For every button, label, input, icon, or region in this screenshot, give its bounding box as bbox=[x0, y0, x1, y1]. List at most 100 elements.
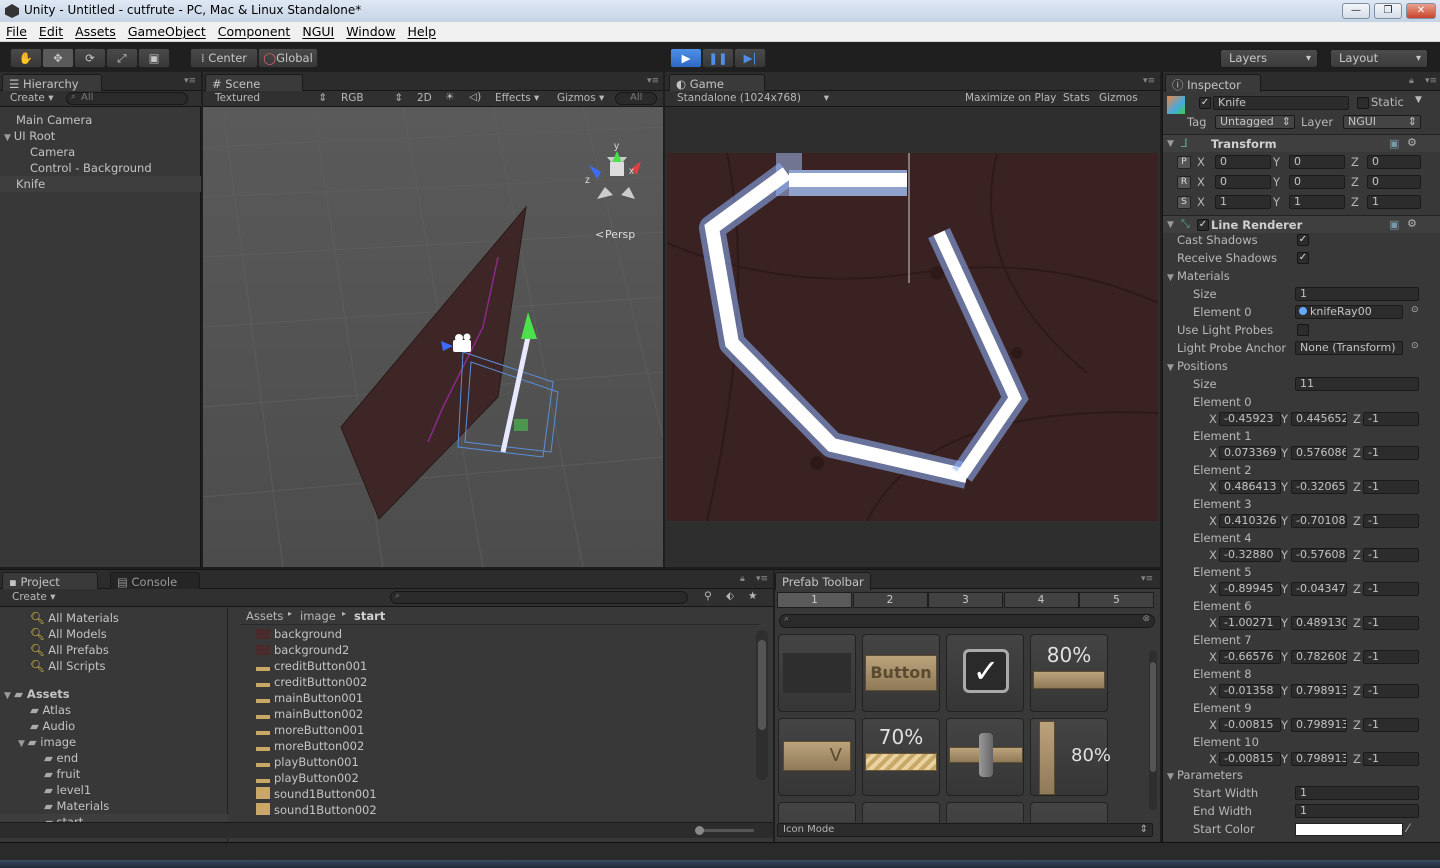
use-light-probes-checkbox[interactable] bbox=[1297, 324, 1309, 336]
axis-label-y[interactable]: Y bbox=[1281, 480, 1288, 494]
slider-thumb[interactable] bbox=[695, 826, 704, 835]
prefab-tile-button[interactable]: Button bbox=[862, 634, 940, 712]
axis-label-y[interactable]: Y bbox=[1281, 650, 1288, 664]
axis-label-z[interactable]: Z bbox=[1353, 412, 1361, 426]
prefab-search-input[interactable]: ⌕ ⊗ bbox=[779, 614, 1155, 628]
position-z-field[interactable]: -1 bbox=[1363, 684, 1419, 698]
axis-label-z[interactable]: Z bbox=[1351, 155, 1359, 169]
step-button[interactable]: ▶| bbox=[734, 48, 766, 68]
receive-shadows-checkbox[interactable]: ✓ bbox=[1297, 252, 1309, 264]
panel-menu-icon[interactable]: ▾≡ bbox=[1141, 574, 1153, 584]
file-item[interactable]: creditButton001 bbox=[240, 658, 755, 674]
play-button[interactable]: ▶ bbox=[670, 48, 702, 68]
prefab-tile-checkbox[interactable]: ✓ bbox=[946, 634, 1024, 712]
prefab-tile[interactable] bbox=[862, 802, 940, 822]
position-y-field[interactable]: 0.798913 bbox=[1291, 718, 1347, 732]
eyedropper-icon[interactable]: ⁄ bbox=[1407, 821, 1409, 835]
expand-arrow-icon[interactable]: ▼ bbox=[4, 133, 14, 143]
position-y-field[interactable]: -0.70108 bbox=[1291, 514, 1347, 528]
tab-console[interactable]: ▤ Console bbox=[110, 572, 200, 590]
transform-y-field[interactable]: 1 bbox=[1289, 195, 1345, 209]
folder-item[interactable]: ▰ Atlas bbox=[0, 702, 228, 718]
position-x-field[interactable]: -0.32880 bbox=[1219, 548, 1281, 562]
tag-dropdown[interactable]: Untagged ⇕ bbox=[1215, 115, 1295, 129]
axis-label-y[interactable]: Y bbox=[1273, 195, 1280, 209]
position-x-field[interactable]: 0.073369 bbox=[1219, 446, 1281, 460]
position-z-field[interactable]: -1 bbox=[1363, 514, 1419, 528]
prefab-page-tab[interactable]: 4 bbox=[1003, 592, 1079, 608]
position-y-field[interactable]: 0.798913 bbox=[1291, 752, 1347, 766]
materials-size-field[interactable]: 1 bbox=[1295, 287, 1419, 301]
position-x-field[interactable]: -0.00815 bbox=[1219, 718, 1281, 732]
position-z-field[interactable]: -1 bbox=[1363, 412, 1419, 426]
position-y-field[interactable]: -0.32065 bbox=[1291, 480, 1347, 494]
prefab-tile-progress-70[interactable]: 70% bbox=[862, 718, 940, 796]
project-search-input[interactable]: ⌕ bbox=[390, 591, 688, 604]
scene-search-input[interactable]: All bbox=[615, 92, 657, 105]
breadcrumb-start[interactable]: start bbox=[354, 609, 385, 623]
object-picker-icon[interactable]: ⊙ bbox=[1411, 305, 1419, 315]
axis-label-z[interactable]: Z bbox=[1353, 684, 1361, 698]
favorite-item[interactable]: 🔍︎ All Models bbox=[0, 626, 228, 642]
position-x-field[interactable]: 0.486413 bbox=[1219, 480, 1281, 494]
folder-item[interactable]: ▰ end bbox=[0, 750, 228, 766]
folder-item[interactable]: ▰ level1 bbox=[0, 782, 228, 798]
hierarchy-item-main-camera[interactable]: Main Camera bbox=[0, 112, 201, 128]
transform-x-field[interactable]: 0 bbox=[1215, 175, 1271, 189]
maximize-button[interactable]: ❐ bbox=[1374, 3, 1402, 19]
hierarchy-item-knife[interactable]: Knife bbox=[0, 176, 201, 192]
prefab-page-tab[interactable]: 5 bbox=[1079, 592, 1154, 608]
file-list-scrollbar[interactable] bbox=[756, 630, 768, 780]
effects-dropdown[interactable]: Effects ▾ bbox=[495, 92, 539, 104]
panel-menu-icon[interactable]: ▾≡ bbox=[1143, 76, 1155, 86]
axis-label-z[interactable]: Z bbox=[1353, 582, 1361, 596]
position-x-field[interactable]: -0.89945 bbox=[1219, 582, 1281, 596]
axis-label-z[interactable]: Z bbox=[1353, 514, 1361, 528]
position-x-field[interactable]: -0.66576 bbox=[1219, 650, 1281, 664]
scrollbar-thumb[interactable] bbox=[758, 640, 766, 730]
axis-label-y[interactable]: Y bbox=[1281, 412, 1288, 426]
parameters-fold-icon[interactable]: ▼ bbox=[1167, 772, 1174, 782]
layer-dropdown[interactable]: NGUI ⇕ bbox=[1343, 115, 1421, 129]
axis-label-z[interactable]: Z bbox=[1351, 175, 1359, 189]
scene-audio-icon[interactable]: ◁) bbox=[469, 91, 481, 103]
transform-reset-button[interactable]: R bbox=[1177, 176, 1191, 189]
icon-size-slider[interactable] bbox=[695, 826, 754, 835]
pivot-global-button[interactable]: ◯Global bbox=[258, 48, 318, 68]
axis-label-y[interactable]: Y bbox=[1281, 446, 1288, 460]
render-mode-dropdown[interactable]: RGB ⇕ bbox=[341, 92, 403, 104]
axis-label-x[interactable]: X bbox=[1209, 684, 1217, 698]
panel-menu-icon[interactable]: ▾≡ bbox=[1425, 76, 1437, 86]
transform-reset-button[interactable]: S bbox=[1177, 196, 1191, 209]
axis-label-x[interactable]: X bbox=[1197, 155, 1205, 169]
folder-item[interactable]: ▰ Materials bbox=[0, 798, 228, 814]
position-z-field[interactable]: -1 bbox=[1363, 718, 1419, 732]
scale-tool-button[interactable]: ⤢ bbox=[106, 48, 138, 68]
start-color-swatch[interactable] bbox=[1295, 823, 1403, 836]
prefab-tile-background[interactable] bbox=[778, 634, 856, 712]
transform-z-field[interactable]: 0 bbox=[1367, 155, 1421, 169]
line-renderer-enabled-checkbox[interactable]: ✓ bbox=[1197, 219, 1209, 231]
resolution-dropdown[interactable]: Standalone (1024x768) ▾ bbox=[677, 92, 829, 104]
close-button[interactable]: ✕ bbox=[1406, 3, 1436, 19]
active-checkbox[interactable]: ✓ bbox=[1199, 97, 1211, 109]
position-z-field[interactable]: -1 bbox=[1363, 616, 1419, 630]
position-z-field[interactable]: -1 bbox=[1363, 548, 1419, 562]
hierarchy-item-control-background[interactable]: Control - Background bbox=[0, 160, 201, 176]
tab-game[interactable]: ◐ Game bbox=[669, 74, 765, 92]
static-checkbox[interactable] bbox=[1357, 97, 1369, 109]
transform-reset-button[interactable]: P bbox=[1177, 156, 1191, 169]
prefab-page-tab[interactable]: 1 bbox=[777, 592, 852, 608]
tab-inspector[interactable]: ⓘ Inspector bbox=[1165, 74, 1261, 92]
axis-label-x[interactable]: X bbox=[1209, 582, 1217, 596]
minimize-button[interactable]: — bbox=[1342, 3, 1370, 19]
folder-item[interactable]: ▰ Audio bbox=[0, 718, 228, 734]
maximize-on-play-toggle[interactable]: Maximize on Play bbox=[965, 92, 1056, 104]
position-z-field[interactable]: -1 bbox=[1363, 752, 1419, 766]
layout-dropdown[interactable]: Layout bbox=[1330, 49, 1428, 68]
position-y-field[interactable]: 0.798913 bbox=[1291, 684, 1347, 698]
position-x-field[interactable]: -0.00815 bbox=[1219, 752, 1281, 766]
axis-label-y[interactable]: Y bbox=[1273, 175, 1280, 189]
menu-edit[interactable]: Edit bbox=[33, 22, 69, 39]
hierarchy-item-camera[interactable]: Camera bbox=[0, 144, 201, 160]
